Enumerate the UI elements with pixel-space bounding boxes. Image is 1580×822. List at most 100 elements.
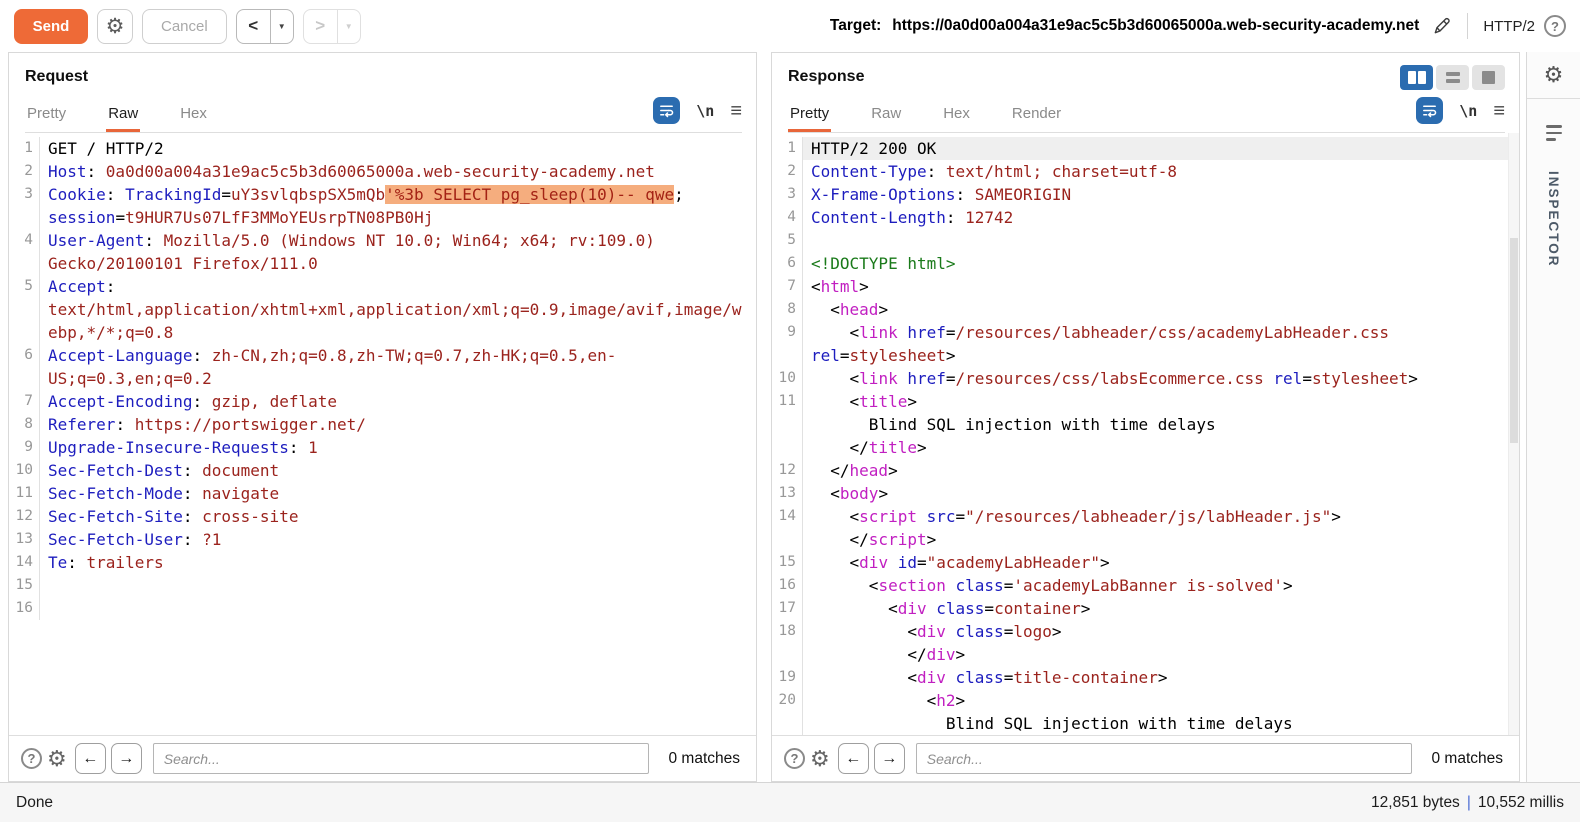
line-number: 8 <box>9 413 40 436</box>
search-settings-icon[interactable]: ⚙ <box>810 747 830 770</box>
scrollbar[interactable] <box>1508 133 1519 735</box>
forward-button[interactable]: > <box>304 10 337 43</box>
layout-rows-button[interactable] <box>1436 64 1469 90</box>
search-settings-icon[interactable]: ⚙ <box>47 747 67 770</box>
tab-pretty[interactable]: Pretty <box>788 105 831 132</box>
code-line[interactable]: 2 Host: 0a0d00a004a31e9ac5c5b3d60065000a.… <box>9 160 756 183</box>
code-line[interactable]: 11 <title> <box>772 390 1519 413</box>
code-text: <div id="academyLabHeader"> <box>811 553 1110 572</box>
editor-menu-icon[interactable]: ≡ <box>730 101 742 121</box>
inspector-tab[interactable]: INSPECTOR <box>1546 171 1561 268</box>
code-line[interactable]: 10 <link href=/resources/css/labsEcommer… <box>772 367 1519 390</box>
code-line[interactable]: 11 Sec-Fetch-Mode: navigate <box>9 482 756 505</box>
back-button-group: < ▼ <box>235 8 294 44</box>
tab-render[interactable]: Render <box>1010 105 1063 132</box>
code-line[interactable]: 5 <box>772 229 1519 252</box>
code-line[interactable]: </script> <box>772 528 1519 551</box>
search-next-button[interactable]: → <box>110 743 142 774</box>
code-line[interactable]: Blind SQL injection with time delays <box>772 712 1519 735</box>
code-line[interactable]: 18 <div class=logo> <box>772 620 1519 643</box>
request-editor[interactable]: 1 GET / HTTP/2 2 Host: 0a0d00a004a31e9ac5c5… <box>9 133 756 735</box>
search-help-icon[interactable]: ? <box>21 748 42 769</box>
help-icon[interactable]: ? <box>1544 15 1566 37</box>
pencil-icon <box>1434 17 1451 34</box>
line-number: 12 <box>772 459 803 482</box>
back-history-dropdown[interactable]: ▼ <box>269 9 293 43</box>
tab-raw[interactable]: Raw <box>106 105 140 132</box>
search-help-icon[interactable]: ? <box>784 748 805 769</box>
send-settings-button[interactable]: ⚙ <box>97 8 133 44</box>
forward-history-dropdown[interactable]: ▼ <box>336 9 360 43</box>
code-line[interactable]: 15 <box>9 574 756 597</box>
code-line[interactable]: 19 <div class=title-container> <box>772 666 1519 689</box>
editor-menu-icon[interactable]: ≡ <box>1493 101 1505 121</box>
code-line[interactable]: 3 X-Frame-Options: SAMEORIGIN <box>772 183 1519 206</box>
code-line[interactable]: 4 Content-Length: 12742 <box>772 206 1519 229</box>
columns-icon <box>1407 70 1416 84</box>
code-text: </script> <box>811 530 937 549</box>
inspector-divider <box>1527 98 1580 99</box>
code-text: <body> <box>811 484 889 503</box>
response-tabs: Pretty Raw Hex Render <box>788 105 1063 132</box>
code-line[interactable]: 17 <div class=container> <box>772 597 1519 620</box>
search-input[interactable] <box>915 743 1413 774</box>
edit-target-button[interactable] <box>1432 16 1452 36</box>
layout-columns-button[interactable] <box>1400 64 1433 90</box>
code-line[interactable]: 13 Sec-Fetch-User: ?1 <box>9 528 756 551</box>
inspector-settings-icon[interactable]: ⚙ <box>1544 64 1564 86</box>
tab-hex[interactable]: Hex <box>178 105 209 132</box>
code-line[interactable]: 10 Sec-Fetch-Dest: document <box>9 459 756 482</box>
search-input[interactable] <box>152 743 650 774</box>
code-line[interactable]: 9 Upgrade-Insecure-Requests: 1 <box>9 436 756 459</box>
code-line[interactable]: 4 User-Agent: Mozilla/5.0 (Windows NT 10.… <box>9 229 756 275</box>
code-line[interactable]: 9 <link href=/resources/labheader/css/ac… <box>772 321 1519 367</box>
code-line[interactable]: 16 <section class='academyLabBanner is-s… <box>772 574 1519 597</box>
code-line[interactable]: 16 <box>9 597 756 620</box>
cancel-button[interactable]: Cancel <box>142 8 227 44</box>
tab-hex[interactable]: Hex <box>941 105 972 132</box>
search-next-button[interactable]: → <box>873 743 905 774</box>
code-line[interactable]: 5 Accept: text/html,application/xhtml+xml… <box>9 275 756 344</box>
newline-toggle-icon[interactable]: \n <box>1459 102 1477 120</box>
newline-toggle-icon[interactable]: \n <box>696 102 714 120</box>
request-panel: Request Pretty Raw Hex \n ≡ 1 GET / HTTP… <box>8 52 757 782</box>
line-number: 15 <box>9 574 40 597</box>
back-button[interactable]: < <box>237 10 270 43</box>
code-line[interactable]: 7 <html> <box>772 275 1519 298</box>
code-line[interactable]: </title> <box>772 436 1519 459</box>
code-line[interactable]: </div> <box>772 643 1519 666</box>
line-number: 5 <box>772 229 803 252</box>
word-wrap-toggle[interactable] <box>1416 97 1444 124</box>
tab-raw[interactable]: Raw <box>869 105 903 132</box>
response-viewer[interactable]: 1 HTTP/2 200 OK 2 Content-Type: text/html; … <box>772 133 1519 735</box>
send-button[interactable]: Send <box>14 8 88 44</box>
tab-pretty[interactable]: Pretty <box>25 105 68 132</box>
code-line[interactable]: 3 Cookie: TrackingId=uY3svlqbspSX5mQb'%3b… <box>9 183 756 229</box>
layout-single-button[interactable] <box>1472 64 1505 90</box>
line-number: 11 <box>772 390 803 413</box>
inspector-collapse-icon[interactable] <box>1545 125 1562 141</box>
word-wrap-toggle[interactable] <box>653 97 681 124</box>
code-line[interactable]: 8 Referer: https://portswigger.net/ <box>9 413 756 436</box>
code-line[interactable]: 12 Sec-Fetch-Site: cross-site <box>9 505 756 528</box>
code-line[interactable]: Blind SQL injection with time delays <box>772 413 1519 436</box>
code-line[interactable]: 1 HTTP/2 200 OK <box>772 137 1519 160</box>
code-line[interactable]: 13 <body> <box>772 482 1519 505</box>
code-line[interactable]: 2 Content-Type: text/html; charset=utf-8 <box>772 160 1519 183</box>
line-number: 5 <box>9 275 40 344</box>
search-prev-button[interactable]: ← <box>74 743 106 774</box>
code-line[interactable]: 14 <script src="/resources/labheader/js/… <box>772 505 1519 528</box>
code-line[interactable]: 12 </head> <box>772 459 1519 482</box>
code-line[interactable]: 7 Accept-Encoding: gzip, deflate <box>9 390 756 413</box>
code-line[interactable]: 1 GET / HTTP/2 <box>9 137 756 160</box>
code-line[interactable]: 6 <!DOCTYPE html> <box>772 252 1519 275</box>
code-line[interactable]: 8 <head> <box>772 298 1519 321</box>
code-line[interactable]: 20 <h2> <box>772 689 1519 712</box>
code-line[interactable]: 15 <div id="academyLabHeader"> <box>772 551 1519 574</box>
search-prev-button[interactable]: ← <box>837 743 869 774</box>
scrollbar-thumb[interactable] <box>1510 238 1518 443</box>
line-number: 13 <box>772 482 803 505</box>
code-line[interactable]: 6 Accept-Language: zh-CN,zh;q=0.8,zh-TW;q… <box>9 344 756 390</box>
response-time: 10,552 millis <box>1477 793 1564 811</box>
code-line[interactable]: 14 Te: trailers <box>9 551 756 574</box>
